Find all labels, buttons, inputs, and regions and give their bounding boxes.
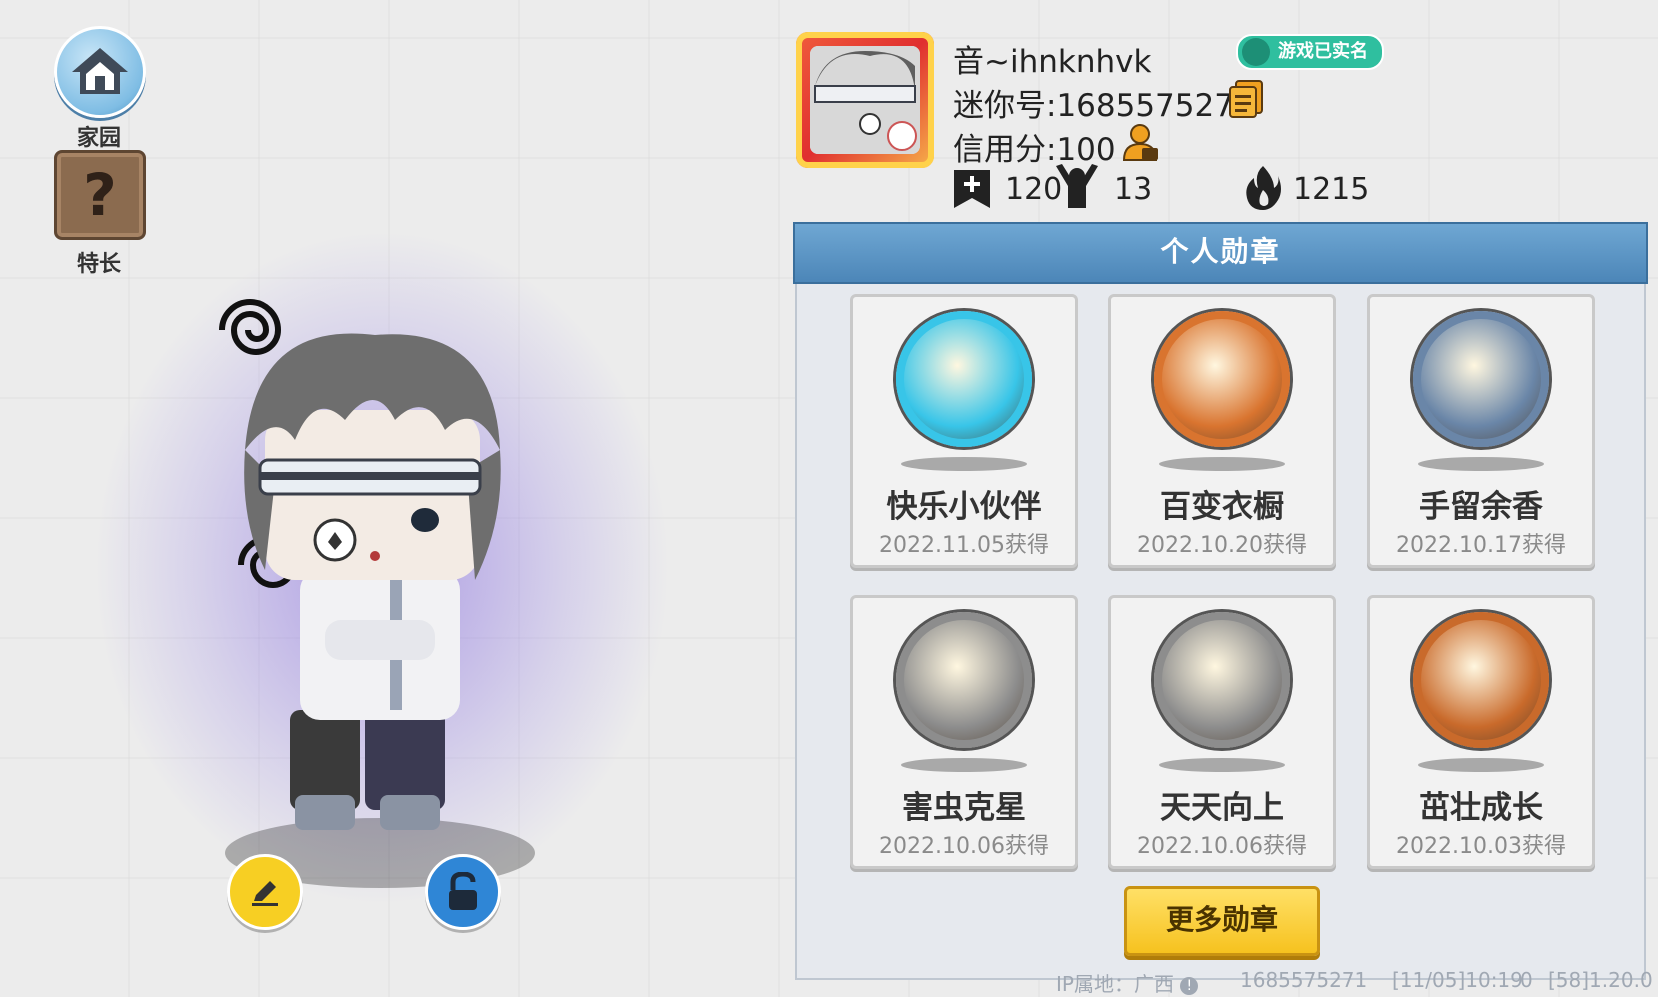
- footer-version: [58]1.20.0: [1548, 968, 1653, 992]
- copy-icon: [1229, 80, 1263, 118]
- medal-shadow: [901, 758, 1027, 772]
- fragrance-medal-icon: [1413, 311, 1549, 447]
- ip-location-text: IP属地：广西: [1056, 972, 1174, 996]
- medal-card[interactable]: 茁壮成长 2022.10.03获得: [1367, 595, 1595, 869]
- progress-medal-icon: [1154, 612, 1290, 748]
- medal-name: 天天向上: [1160, 790, 1284, 826]
- fans-count: 13: [1114, 172, 1153, 207]
- fans-stat[interactable]: [1052, 162, 1102, 216]
- player-name: 音~ihnknhvk: [953, 44, 1152, 80]
- medal-name: 百变衣橱: [1160, 489, 1284, 525]
- mini-id: 迷你号:1685575271: [953, 88, 1254, 124]
- credit-info-button[interactable]: [1120, 122, 1162, 164]
- heat-count: 1215: [1293, 172, 1370, 207]
- medal-card[interactable]: 天天向上 2022.10.06获得: [1108, 595, 1336, 869]
- verified-badge: 游戏已实名: [1236, 34, 1384, 70]
- edit-button[interactable]: [227, 854, 303, 930]
- portrait-image: [810, 46, 920, 154]
- medal-name: 害虫克星: [902, 790, 1026, 826]
- person-shield-icon: [1122, 124, 1158, 161]
- home-label: 家园: [76, 126, 121, 151]
- add-friend-stat[interactable]: [952, 168, 992, 214]
- home-nav-button[interactable]: 家园: [54, 26, 146, 152]
- medal-card[interactable]: 手留余香 2022.10.17获得: [1367, 294, 1595, 568]
- medal-shadow: [1159, 758, 1285, 772]
- bookmark-plus-icon: [954, 170, 990, 208]
- medal-date: 2022.10.20获得: [1137, 533, 1307, 558]
- medal-date: 2022.10.03获得: [1396, 834, 1566, 859]
- medal-date: 2022.10.06获得: [1137, 834, 1307, 859]
- wardrobe-medal-icon: [1154, 311, 1290, 447]
- medal-date: 2022.11.05获得: [879, 533, 1049, 558]
- medal-shadow: [1418, 457, 1544, 471]
- ip-location: IP属地：广西 !: [1056, 968, 1199, 997]
- copy-button[interactable]: [1228, 79, 1264, 119]
- medal-card[interactable]: 快乐小伙伴 2022.11.05获得: [850, 294, 1078, 568]
- medal-shadow: [901, 457, 1027, 471]
- medal-date: 2022.10.06获得: [879, 834, 1049, 859]
- player-avatar: [219, 299, 501, 830]
- medal-panel-title: 个人勋章: [793, 222, 1648, 284]
- medal-name: 茁壮成长: [1419, 790, 1543, 826]
- more-medals-button[interactable]: 更多勋章: [1124, 886, 1320, 956]
- medal-date: 2022.10.17获得: [1396, 533, 1566, 558]
- pencil-icon: [252, 881, 278, 906]
- footer-id: 1685575271: [1240, 968, 1368, 992]
- padlock-icon: [449, 872, 477, 910]
- heat-stat[interactable]: [1244, 164, 1282, 214]
- medal-name: 手留余香: [1419, 489, 1543, 525]
- medal-shadow: [1418, 758, 1544, 772]
- person-check-icon: [1242, 38, 1270, 66]
- growth-medal-icon: [1413, 612, 1549, 748]
- pest-medal-icon: [896, 612, 1032, 748]
- question-mark-icon: ?: [54, 150, 146, 240]
- friends-medal-icon: [896, 311, 1032, 447]
- medal-shadow: [1159, 457, 1285, 471]
- flame-icon: [1246, 166, 1281, 210]
- player-portrait-frame[interactable]: [796, 32, 934, 168]
- info-icon[interactable]: !: [1180, 976, 1199, 995]
- medal-card[interactable]: 害虫克星 2022.10.06获得: [850, 595, 1078, 869]
- verified-label: 游戏已实名: [1278, 41, 1368, 62]
- house-icon: [54, 26, 146, 118]
- medal-card[interactable]: 百变衣橱 2022.10.20获得: [1108, 294, 1336, 568]
- medal-name: 快乐小伙伴: [886, 489, 1042, 525]
- footer-time: [11/05]10:19: [1392, 968, 1523, 992]
- cheering-person-icon: [1056, 164, 1098, 208]
- unlock-button[interactable]: [425, 854, 501, 930]
- footer-zero: 0: [1520, 968, 1533, 992]
